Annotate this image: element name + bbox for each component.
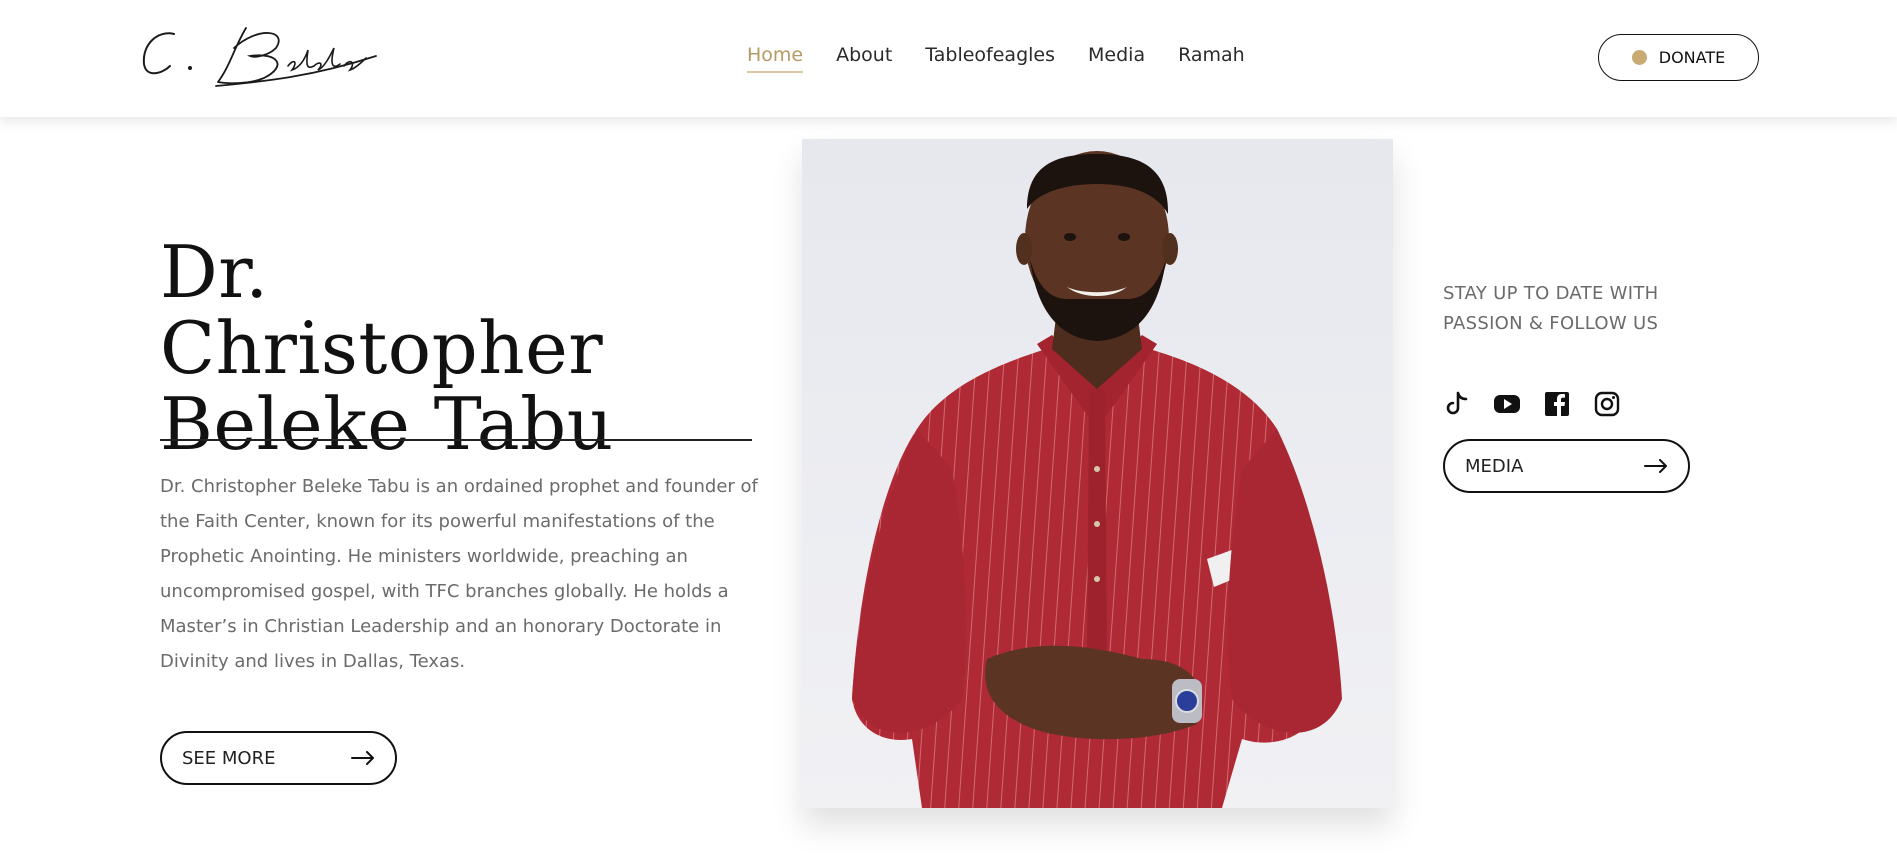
- portrait-illustration: [802, 139, 1393, 808]
- follow-text: STAY UP TO DATE WITH PASSION & FOLLOW US: [1443, 283, 1659, 334]
- nav-about[interactable]: About: [836, 44, 892, 66]
- portrait-photo: [802, 139, 1393, 808]
- instagram-icon[interactable]: [1593, 390, 1621, 418]
- donate-label: DONATE: [1658, 48, 1726, 67]
- site-logo[interactable]: [138, 22, 388, 90]
- arrow-right-icon: [351, 751, 374, 765]
- see-more-label: SEE MORE: [182, 747, 276, 769]
- youtube-icon[interactable]: [1493, 390, 1521, 418]
- nav-ramah[interactable]: Ramah: [1178, 44, 1245, 66]
- main-nav: Home About Tableofeagles Media Ramah: [747, 44, 1278, 73]
- nav-media[interactable]: Media: [1088, 44, 1145, 66]
- title-divider: [160, 439, 752, 441]
- tiktok-icon[interactable]: [1443, 390, 1471, 418]
- donate-dot-icon: [1631, 50, 1647, 65]
- media-label: MEDIA: [1465, 455, 1524, 477]
- nav-tableofeagles[interactable]: Tableofeagles: [925, 44, 1055, 66]
- see-more-button[interactable]: SEE MORE: [160, 731, 397, 785]
- donate-button[interactable]: DONATE: [1598, 34, 1759, 81]
- hero-title: Dr. Christopher Beleke Tabu: [160, 230, 614, 466]
- media-button[interactable]: MEDIA: [1443, 439, 1690, 493]
- site-header: Home About Tableofeagles Media Ramah DON…: [0, 0, 1897, 117]
- arrow-right-icon: [1644, 459, 1667, 473]
- signature-logo-icon: [142, 27, 377, 87]
- nav-home[interactable]: Home: [747, 44, 804, 73]
- hero-bio: Dr. Christopher Beleke Tabu is an ordain…: [160, 476, 758, 672]
- social-links: [1443, 390, 1621, 418]
- facebook-icon[interactable]: [1543, 390, 1571, 418]
